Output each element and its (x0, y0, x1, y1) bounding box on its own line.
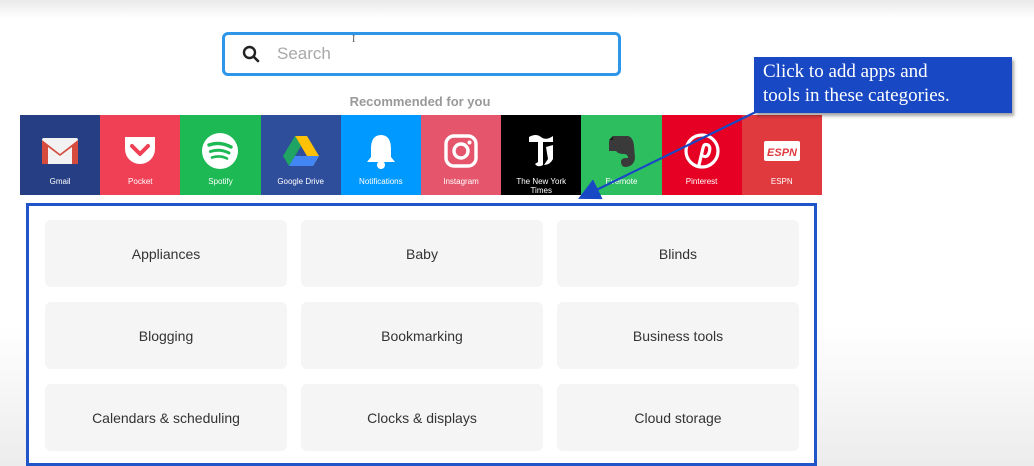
category-appliances[interactable]: Appliances (45, 220, 287, 287)
category-bookmarking[interactable]: Bookmarking (301, 302, 543, 369)
app-label: ESPN (770, 177, 793, 186)
search-input[interactable] (275, 43, 579, 65)
app-label: Gmail (49, 177, 71, 186)
category-blogging[interactable]: Blogging (45, 302, 287, 369)
pinterest-icon (682, 131, 722, 171)
search-box[interactable] (222, 32, 621, 76)
browser-top-bar (0, 0, 1034, 18)
espn-logo-text: ESPN (767, 147, 798, 159)
category-business-tools[interactable]: Business tools (557, 302, 799, 369)
annotation-callout: Click to add apps and tools in these cat… (754, 57, 1012, 113)
instagram-icon (441, 131, 481, 171)
text-cursor: I (352, 34, 356, 45)
app-label: Evernote (605, 177, 638, 186)
app-label: Google Drive (277, 177, 324, 186)
app-tile-google-drive[interactable]: Google Drive (260, 115, 341, 195)
app-tile-new-york-times[interactable]: The New York Times (501, 115, 582, 195)
recommended-apps-row: Gmail Pocket Spotify Google Drive Notifi… (20, 115, 822, 195)
gmail-icon (40, 131, 80, 171)
recommended-heading: Recommended for you (349, 94, 491, 109)
app-label: Pinterest (685, 177, 718, 186)
espn-icon: ESPN (762, 131, 802, 171)
spotify-icon (200, 131, 240, 171)
app-tile-gmail[interactable]: Gmail (20, 115, 101, 195)
app-tile-instagram[interactable]: Instagram (420, 115, 502, 195)
app-label: Instagram (443, 177, 479, 186)
category-blinds[interactable]: Blinds (557, 220, 799, 287)
app-tile-pocket[interactable]: Pocket (100, 115, 181, 195)
nyt-icon (521, 131, 561, 171)
app-label: Pocket (128, 177, 153, 186)
bell-icon (361, 131, 401, 171)
search-icon (241, 44, 261, 64)
evernote-icon (601, 131, 641, 171)
app-tile-notifications[interactable]: Notifications (340, 115, 421, 195)
google-drive-icon (281, 131, 321, 171)
app-tile-spotify[interactable]: Spotify (180, 115, 261, 195)
app-label: Notifications (359, 177, 403, 186)
category-grid: Appliances Baby Blinds Blogging Bookmark… (45, 220, 799, 451)
category-calendars-scheduling[interactable]: Calendars & scheduling (45, 384, 287, 451)
pocket-icon (120, 131, 160, 171)
app-label: The New York Times (516, 177, 567, 195)
category-baby[interactable]: Baby (301, 220, 543, 287)
category-clocks-displays[interactable]: Clocks & displays (301, 384, 543, 451)
app-tile-espn[interactable]: ESPN ESPN (741, 115, 822, 195)
categories-highlight-frame: Appliances Baby Blinds Blogging Bookmark… (26, 203, 817, 466)
category-cloud-storage[interactable]: Cloud storage (557, 384, 799, 451)
app-tile-evernote[interactable]: Evernote (581, 115, 662, 195)
app-label: Spotify (208, 177, 233, 186)
app-tile-pinterest[interactable]: Pinterest (661, 115, 742, 195)
